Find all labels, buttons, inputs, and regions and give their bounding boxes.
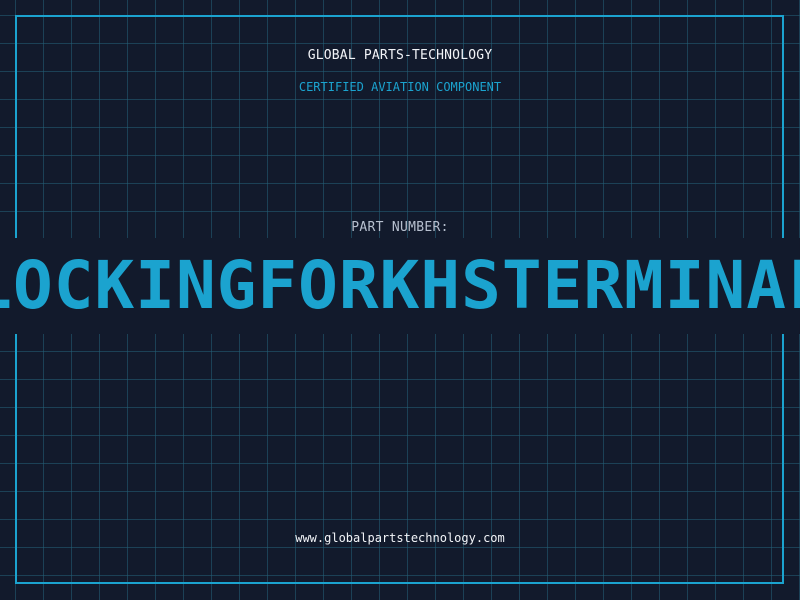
part-number-label: PART NUMBER: [351, 220, 449, 235]
certification-subtitle: CERTIFIED AVIATION COMPONENT [298, 80, 502, 94]
company-name: GLOBAL PARTS-TECHNOLOGY [307, 48, 493, 63]
website-url: www.globalpartstechnology.com [295, 531, 505, 545]
certificate-canvas: GLOBAL PARTS-TECHNOLOGY CERTIFIED AVIATI… [0, 0, 800, 600]
part-number-value: LOCKINGFORKHSTERMINAL [0, 247, 800, 324]
